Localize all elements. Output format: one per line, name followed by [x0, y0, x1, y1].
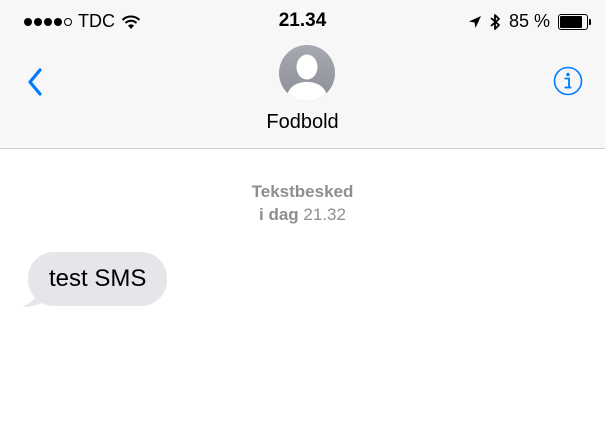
chevron-left-icon [28, 68, 42, 96]
info-circle-icon [553, 66, 583, 96]
contact-avatar[interactable] [279, 45, 335, 101]
person-silhouette-icon [286, 54, 328, 101]
message-day: i dag [259, 205, 299, 224]
contact-name[interactable]: Fodbold [0, 111, 605, 134]
info-button[interactable] [551, 64, 585, 98]
status-bar-right: 85 % [468, 11, 591, 32]
bluetooth-icon [490, 13, 500, 30]
battery-percentage: 85 % [508, 11, 550, 31]
message-time: 21.32 [303, 205, 346, 224]
battery-icon [558, 13, 591, 30]
status-bar: TDC 21.34 85 % [0, 0, 605, 40]
battery-fill [560, 15, 583, 28]
location-arrow-icon [468, 15, 481, 28]
message-timestamp: Tekstbesked i dag 21.32 [0, 180, 605, 226]
conversation-header: Fodbold [0, 40, 605, 149]
incoming-message-bubble[interactable]: test SMS [28, 252, 168, 306]
message-date: i dag 21.32 [0, 203, 605, 226]
message-type-label: Tekstbesked [251, 182, 354, 201]
message-row: test SMS [22, 252, 168, 307]
back-button[interactable] [20, 62, 50, 102]
